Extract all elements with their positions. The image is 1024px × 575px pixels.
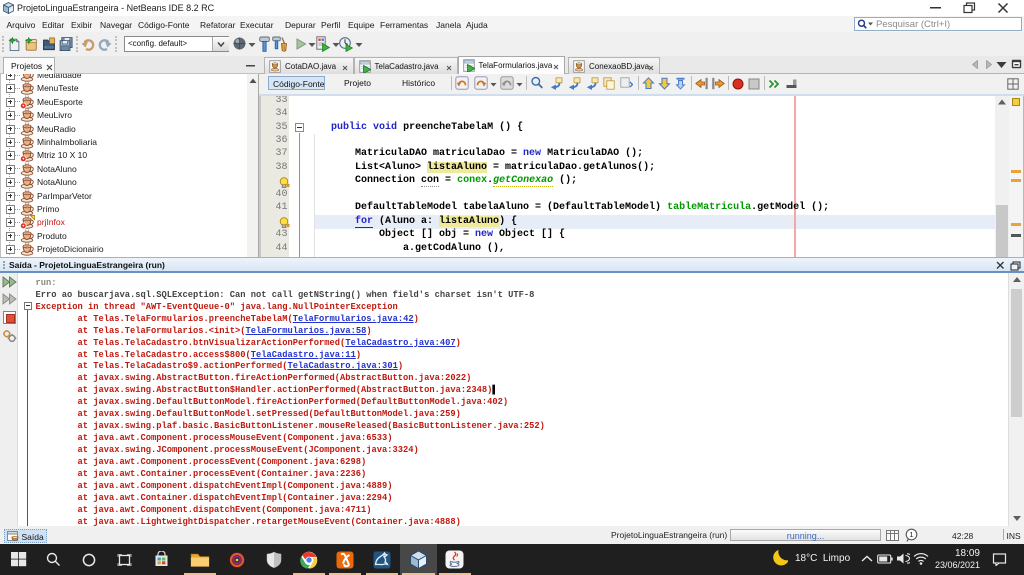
svg-text:1: 1 (909, 530, 913, 539)
